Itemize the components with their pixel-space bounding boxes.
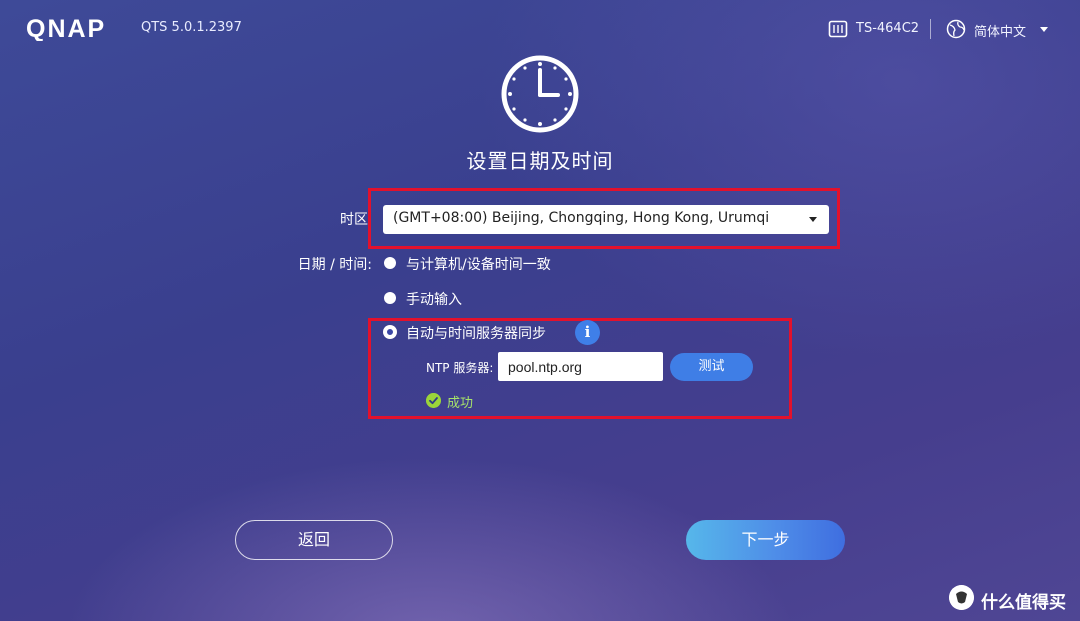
test-button[interactable]: 测试	[670, 353, 753, 381]
globe-icon[interactable]	[946, 19, 966, 39]
check-circle-icon	[426, 393, 441, 408]
dropdown-caret-icon[interactable]	[809, 217, 817, 222]
svg-text:QNAP: QNAP	[26, 15, 106, 41]
next-button[interactable]: 下一步	[686, 520, 845, 560]
ntp-server-label: NTP 服务器:	[426, 361, 494, 375]
header-divider	[930, 19, 931, 39]
clock-icon	[501, 55, 579, 133]
option-ntp-sync-label[interactable]: 自动与时间服务器同步	[406, 323, 546, 343]
device-name: TS-464C2	[856, 21, 920, 36]
language-selector[interactable]: 简体中文	[974, 21, 1026, 40]
datetime-label: 日期 / 时间:	[297, 257, 372, 273]
qnap-logo: QNAP	[26, 15, 106, 41]
watermark-logo	[949, 585, 974, 610]
timezone-label: 时区	[340, 212, 368, 228]
nas-device-icon	[828, 20, 848, 38]
radio-manual[interactable]	[384, 292, 396, 304]
option-sync-device-label[interactable]: 与计算机/设备时间一致	[406, 254, 551, 274]
radio-ntp-sync[interactable]	[384, 326, 396, 338]
chevron-down-icon[interactable]	[1040, 27, 1048, 32]
ntp-server-input[interactable]	[498, 352, 663, 381]
back-button[interactable]: 返回	[235, 520, 393, 560]
radio-sync-device[interactable]	[384, 257, 396, 269]
option-manual-label[interactable]: 手动输入	[406, 289, 462, 309]
firmware-version: QTS 5.0.1.2397	[141, 20, 242, 35]
timezone-value: (GMT+08:00) Beijing, Chongqing, Hong Kon…	[393, 210, 770, 226]
ntp-status-text: 成功	[447, 396, 474, 411]
timezone-select[interactable]: (GMT+08:00) Beijing, Chongqing, Hong Kon…	[383, 205, 829, 234]
page-title: 设置日期及时间	[466, 149, 614, 173]
watermark-text: 什么值得买	[981, 593, 1066, 613]
info-icon[interactable]: i	[575, 320, 600, 345]
